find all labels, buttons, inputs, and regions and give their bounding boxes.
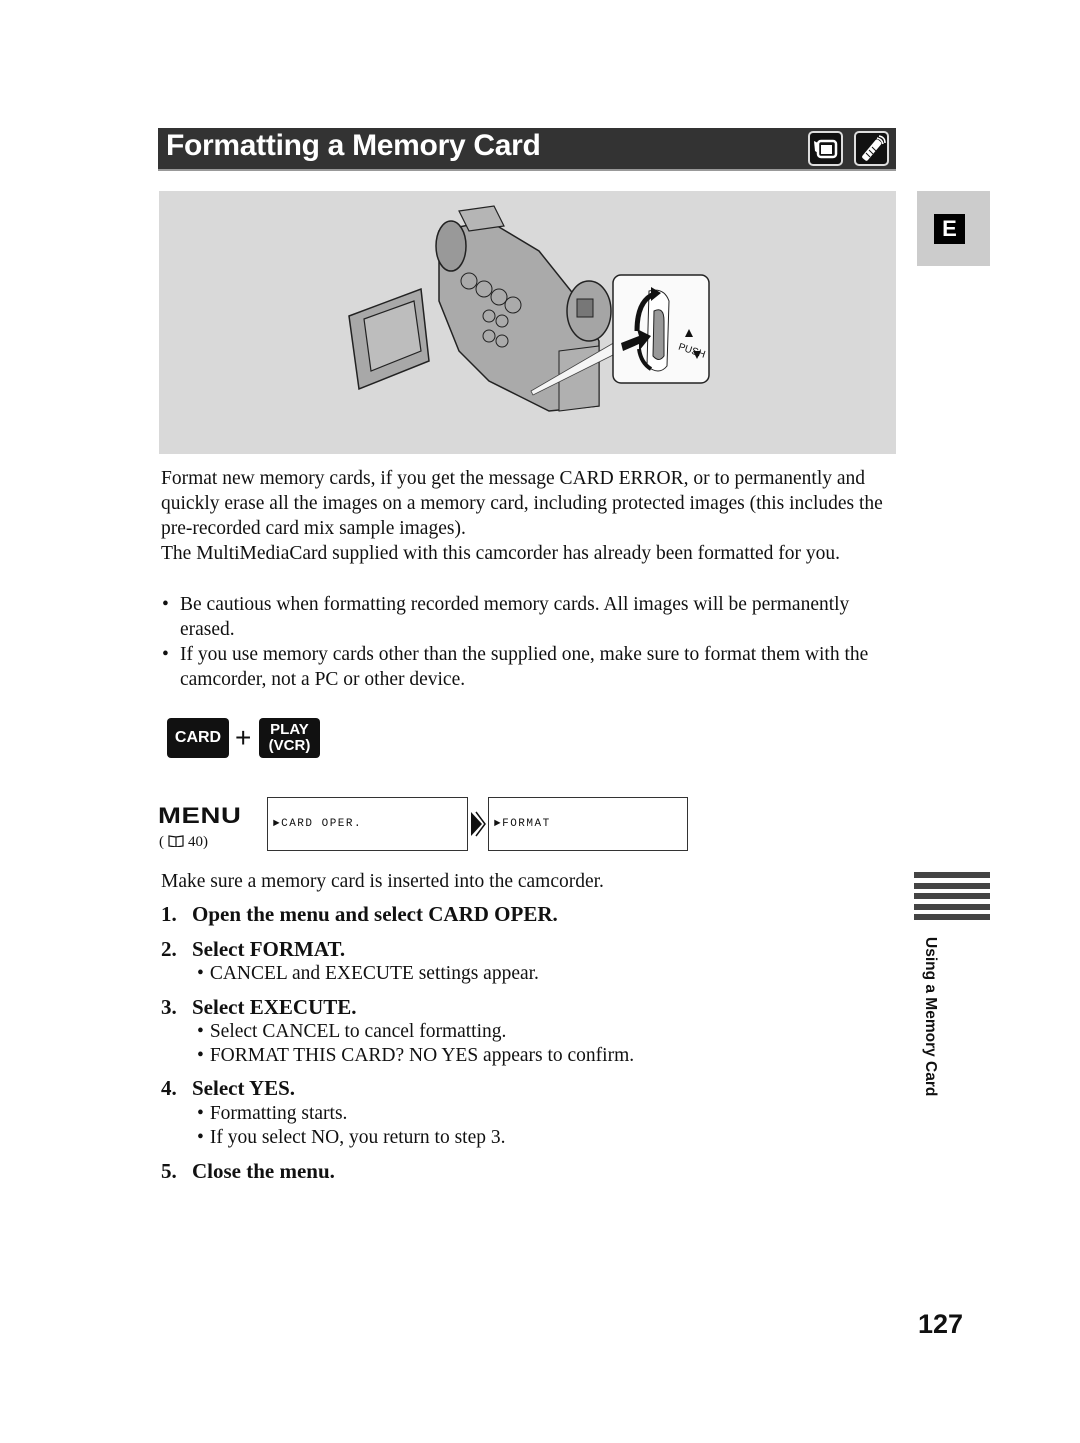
section-side-label: Using a Memory Card <box>921 937 941 1142</box>
camcorder-illustration: PUSH <box>159 191 896 454</box>
step-note: CANCEL and EXECUTE settings appear. <box>197 963 539 985</box>
menu-step-format: ►FORMAT <box>488 797 688 851</box>
page-number: 127 <box>918 1309 964 1339</box>
camcorder-body-drawing <box>435 205 612 412</box>
step-3: 3. Select EXECUTE. <box>161 995 357 1020</box>
caution-item: If you use memory cards other than the s… <box>161 642 896 692</box>
play-key-line1: PLAY <box>270 721 309 738</box>
caution-list: Be cautious when formatting recorded mem… <box>161 592 896 692</box>
step-number: 1. <box>161 902 177 926</box>
camcorder-icon <box>808 131 843 166</box>
language-tab: E <box>917 191 990 266</box>
intro-text: Format new memory cards, if you get the … <box>161 466 896 566</box>
step-text: Select FORMAT. <box>192 937 346 961</box>
step-1: 1. Open the menu and select CARD OPER. <box>161 902 558 927</box>
precondition-text: Make sure a memory card is inserted into… <box>161 871 604 892</box>
lcd-panel-drawing <box>348 287 430 391</box>
card-mode-key: CARD <box>167 718 229 758</box>
step-number: 3. <box>161 995 177 1019</box>
language-letter: E <box>934 214 965 244</box>
menu-page-reference: (40) <box>159 834 208 851</box>
step-4: 4. Select YES. <box>161 1076 295 1101</box>
section-marker-bars <box>914 872 990 925</box>
remote-control-icon <box>854 131 889 166</box>
step-number: 5. <box>161 1159 177 1183</box>
ref-open-paren: ( <box>159 834 164 850</box>
step-2: 2. Select FORMAT. <box>161 937 345 962</box>
step-text: Open the menu and select CARD OPER. <box>192 902 558 926</box>
menu-step-card-oper: ►CARD OPER. <box>267 797 468 851</box>
section-title-bar: Formatting a Memory Card <box>158 128 896 171</box>
step-text: Close the menu. <box>192 1159 335 1183</box>
step-note: FORMAT THIS CARD? NO YES appears to conf… <box>197 1045 634 1067</box>
step-text: Select YES. <box>192 1076 296 1100</box>
push-dial-callout: PUSH <box>612 274 710 384</box>
step-number: 2. <box>161 937 177 961</box>
menu-label: MENU <box>158 803 242 828</box>
book-icon <box>168 835 184 847</box>
step-note: Select CANCEL to cancel formatting. <box>197 1021 507 1043</box>
section-name: Using a Memory Card <box>922 937 939 1097</box>
intro-paragraph-2: The MultiMediaCard supplied with this ca… <box>161 543 841 564</box>
step-5: 5. Close the menu. <box>161 1159 335 1184</box>
caution-item: Be cautious when formatting recorded mem… <box>161 592 896 642</box>
intro-paragraph-1: Format new memory cards, if you get the … <box>161 468 883 539</box>
step-note: If you select NO, you return to step 3. <box>197 1127 506 1149</box>
play-vcr-mode-key: PLAY (VCR) <box>259 718 320 758</box>
plus-sign: + <box>235 722 252 753</box>
step-number: 4. <box>161 1076 177 1100</box>
step-text: Select EXECUTE. <box>192 995 357 1019</box>
play-key-line2: (VCR) <box>268 737 311 754</box>
page-title: Formatting a Memory Card <box>166 129 541 162</box>
ref-page: 40) <box>188 834 208 850</box>
step-note: Formatting starts. <box>197 1103 348 1125</box>
menu-next-arrow-icon <box>471 811 486 837</box>
